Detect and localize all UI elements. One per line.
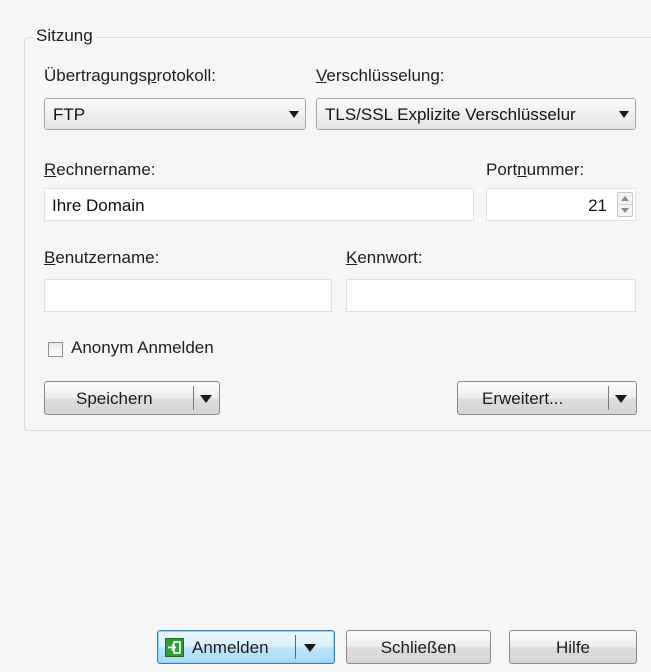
- port-label-accel: n: [517, 160, 527, 179]
- help-button[interactable]: Hilfe: [509, 630, 637, 664]
- hostname-input-value: Ihre Domain: [52, 196, 145, 215]
- login-button-label: Anmelden: [192, 638, 269, 657]
- anonymous-label[interactable]: Anonym Anmelden: [71, 338, 214, 358]
- encryption-select[interactable]: TLS/SSL Explizite Verschlüsselur: [316, 98, 636, 130]
- password-input[interactable]: [346, 279, 636, 312]
- session-group-box: [24, 37, 651, 431]
- hostname-label: Rechnername:: [44, 160, 156, 179]
- protocol-select[interactable]: FTP: [44, 98, 306, 130]
- password-label: Kennwort:: [346, 248, 423, 267]
- port-stepper-value: 21: [588, 196, 607, 215]
- login-icon: [165, 638, 184, 657]
- hostname-label-accel: R: [44, 160, 57, 179]
- username-label: Benutzername:: [44, 248, 160, 267]
- close-button-label: Schließen: [380, 638, 457, 657]
- protocol-label-accel: p: [147, 66, 157, 85]
- username-label-accel: B: [44, 248, 56, 267]
- save-button-label: Speichern: [76, 389, 153, 408]
- protocol-chevron-down-icon: [283, 99, 305, 129]
- anonymous-checkbox[interactable]: [48, 342, 63, 357]
- save-chevron-down-icon[interactable]: [200, 395, 212, 403]
- username-input[interactable]: [44, 279, 332, 312]
- session-dialog: Sitzung Übertragungsprotokoll: FTP Versc…: [0, 0, 651, 672]
- protocol-select-value: FTP: [53, 105, 86, 124]
- spinner-arrows-icon[interactable]: [617, 192, 633, 217]
- port-label: Portnummer:: [486, 160, 585, 179]
- encryption-chevron-down-icon: [613, 99, 635, 129]
- login-button[interactable]: Anmelden: [157, 630, 335, 664]
- close-button[interactable]: Schließen: [346, 630, 491, 664]
- encryption-select-value: TLS/SSL Explizite Verschlüsselur: [325, 105, 576, 124]
- password-label-accel: K: [346, 248, 358, 267]
- help-button-label: Hilfe: [555, 638, 590, 657]
- advanced-button-label: Erweitert...: [482, 389, 564, 408]
- hostname-input[interactable]: Ihre Domain: [44, 188, 474, 221]
- encryption-label-accel: V: [316, 66, 327, 85]
- login-chevron-down-icon[interactable]: [304, 644, 316, 652]
- port-stepper[interactable]: 21: [486, 188, 636, 221]
- port-decrement-button[interactable]: [618, 205, 632, 216]
- encryption-label: Verschlüsselung:: [316, 66, 445, 85]
- port-increment-button[interactable]: [618, 193, 632, 205]
- session-group-title: Sitzung: [33, 26, 96, 46]
- save-button[interactable]: Speichern: [44, 381, 220, 415]
- protocol-label: Übertragungsprotokoll:: [44, 66, 217, 85]
- advanced-chevron-down-icon[interactable]: [615, 395, 627, 403]
- advanced-button[interactable]: Erweitert...: [457, 381, 637, 415]
